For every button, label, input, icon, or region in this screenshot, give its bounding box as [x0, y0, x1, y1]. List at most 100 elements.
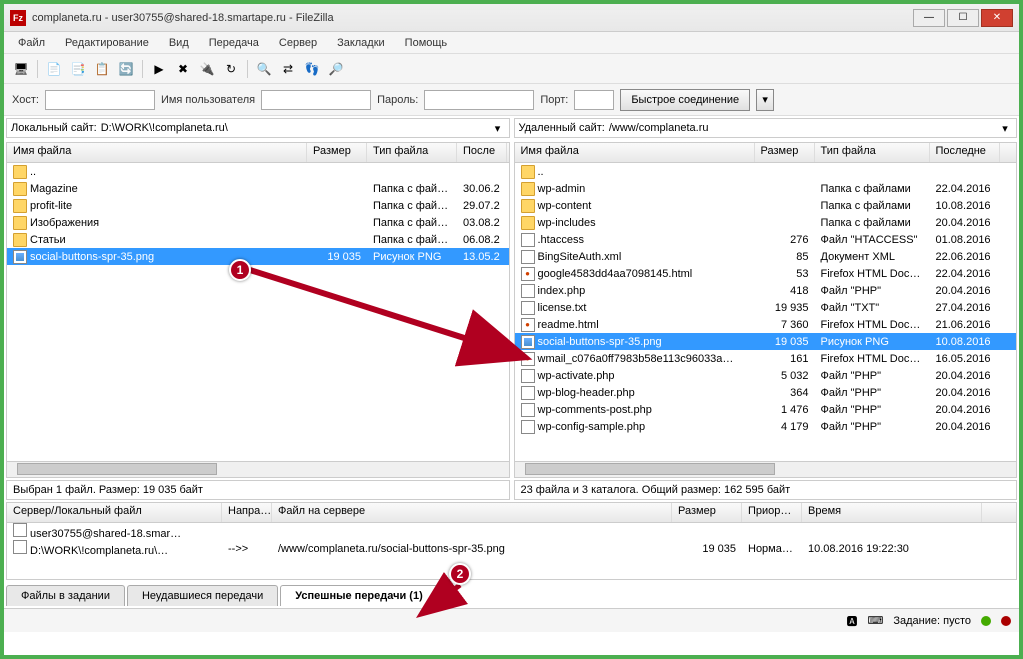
- column-header[interactable]: Имя файла: [7, 143, 307, 162]
- host-input[interactable]: [45, 90, 155, 110]
- cell: Firefox HTML Doc…: [815, 353, 930, 365]
- chevron-down-icon[interactable]: ▾: [998, 122, 1012, 135]
- process-queue-icon[interactable]: ▶: [148, 58, 170, 80]
- menu-Сервер[interactable]: Сервер: [271, 35, 325, 51]
- column-header[interactable]: Размер: [755, 143, 815, 162]
- toggle-tree-icon[interactable]: 📑: [67, 58, 89, 80]
- column-header[interactable]: Файл на сервере: [272, 503, 672, 522]
- cell: 03.08.2: [457, 217, 507, 229]
- local-file-list[interactable]: ..MagazineПапка с файл…30.06.2profit-lit…: [7, 163, 509, 461]
- file-row[interactable]: .htaccess276Файл "HTACCESS"01.08.2016: [515, 231, 1017, 248]
- file-row[interactable]: ИзображенияПапка с файл…03.08.2: [7, 214, 509, 231]
- file-row[interactable]: wp-adminПапка с файлами22.04.2016: [515, 180, 1017, 197]
- file-row[interactable]: wp-blog-header.php364Файл "PHP"20.04.201…: [515, 384, 1017, 401]
- file-row[interactable]: ●readme.html7 360Firefox HTML Doc…21.06.…: [515, 316, 1017, 333]
- local-path-input[interactable]: [101, 119, 487, 137]
- folder-icon: [13, 182, 27, 196]
- pass-input[interactable]: [424, 90, 534, 110]
- menu-Вид[interactable]: Вид: [161, 35, 197, 51]
- quickconnect-button[interactable]: Быстрое соединение: [620, 89, 750, 111]
- maximize-button[interactable]: ☐: [947, 9, 979, 27]
- cancel-icon[interactable]: ✖: [172, 58, 194, 80]
- file-row[interactable]: social-buttons-spr-35.png19 035Рисунок P…: [7, 248, 509, 265]
- file-row[interactable]: BingSiteAuth.xml85Документ XML22.06.2016: [515, 248, 1017, 265]
- menu-Передача[interactable]: Передача: [201, 35, 267, 51]
- queue-row[interactable]: D:\WORK\!complaneta.ru\…-->>/www/complan…: [7, 540, 1016, 557]
- cell: 19 035: [755, 336, 815, 348]
- compare-icon[interactable]: ⇄: [277, 58, 299, 80]
- column-header[interactable]: Последне: [930, 143, 1000, 162]
- local-hscroll[interactable]: [7, 461, 509, 477]
- file-name: wp-admin: [538, 183, 586, 195]
- file-row[interactable]: wp-comments-post.php1 476Файл "PHP"20.04…: [515, 401, 1017, 418]
- close-button[interactable]: ✕: [981, 9, 1013, 27]
- queue-row[interactable]: user30755@shared-18.smar…: [7, 523, 1016, 540]
- tab-0[interactable]: Файлы в задании: [6, 585, 125, 606]
- file-row[interactable]: ..: [7, 163, 509, 180]
- cell: 20.04.2016: [930, 370, 1000, 382]
- minimize-button[interactable]: —: [913, 9, 945, 27]
- remote-path-input[interactable]: [609, 119, 994, 137]
- refresh-icon[interactable]: 🔄: [115, 58, 137, 80]
- file-row[interactable]: ..: [515, 163, 1017, 180]
- file-row[interactable]: index.php418Файл "PHP"20.04.2016: [515, 282, 1017, 299]
- file-row[interactable]: wp-activate.php5 032Файл "PHP"20.04.2016: [515, 367, 1017, 384]
- cell: 5 032: [755, 370, 815, 382]
- search-icon[interactable]: 🔎: [325, 58, 347, 80]
- remote-hscroll[interactable]: [515, 461, 1017, 477]
- file-row[interactable]: MagazineПапка с файл…30.06.2: [7, 180, 509, 197]
- file-row[interactable]: profit-liteПапка с файл…29.07.2: [7, 197, 509, 214]
- queue-cell: 19 035: [672, 543, 742, 555]
- menu-Файл[interactable]: Файл: [10, 35, 53, 51]
- port-label: Порт:: [540, 94, 568, 106]
- file-row[interactable]: wp-includesПапка с файлами20.04.2016: [515, 214, 1017, 231]
- file-icon: [521, 403, 535, 417]
- reconnect-icon[interactable]: ↻: [220, 58, 242, 80]
- user-input[interactable]: [261, 90, 371, 110]
- file-row[interactable]: ●wmail_c076a0ff7983b58e113c96033a…161Fir…: [515, 350, 1017, 367]
- chevron-down-icon[interactable]: ▾: [491, 122, 505, 135]
- column-header[interactable]: Размер: [307, 143, 367, 162]
- column-header[interactable]: Время: [802, 503, 982, 522]
- quickconnect-dropdown[interactable]: ▾: [756, 89, 774, 111]
- cell: 01.08.2016: [930, 234, 1000, 246]
- file-row[interactable]: social-buttons-spr-35.png19 035Рисунок P…: [515, 333, 1017, 350]
- remote-file-list[interactable]: ..wp-adminПапка с файлами22.04.2016wp-co…: [515, 163, 1017, 461]
- file-row[interactable]: СтатьиПапка с файл…06.08.2: [7, 231, 509, 248]
- remote-list-header: Имя файлаРазмерТип файлаПоследне: [515, 143, 1017, 163]
- column-header[interactable]: Напра…: [222, 503, 272, 522]
- file-row[interactable]: license.txt19 935Файл "TXT"27.04.2016: [515, 299, 1017, 316]
- cell: 20.04.2016: [930, 404, 1000, 416]
- queue-list[interactable]: user30755@shared-18.smar…D:\WORK\!compla…: [7, 523, 1016, 579]
- column-header[interactable]: Тип файла: [815, 143, 930, 162]
- filter-icon[interactable]: 🔍: [253, 58, 275, 80]
- folder-icon: [521, 199, 535, 213]
- column-header[interactable]: После: [457, 143, 507, 162]
- column-header[interactable]: Сервер/Локальный файл: [7, 503, 222, 522]
- column-header[interactable]: Имя файла: [515, 143, 755, 162]
- menu-Помощь[interactable]: Помощь: [397, 35, 456, 51]
- sync-icon[interactable]: 👣: [301, 58, 323, 80]
- quickconnect-bar: Хост: Имя пользователя Пароль: Порт: Быс…: [4, 84, 1019, 116]
- file-row[interactable]: wp-config-sample.php4 179Файл "PHP"20.04…: [515, 418, 1017, 435]
- tab-1[interactable]: Неудавшиеся передачи: [127, 585, 278, 606]
- cell: 20.04.2016: [930, 421, 1000, 433]
- file-icon: [521, 284, 535, 298]
- toggle-queue-icon[interactable]: 📋: [91, 58, 113, 80]
- toggle-log-icon[interactable]: 📄: [43, 58, 65, 80]
- file-name: BingSiteAuth.xml: [538, 251, 622, 263]
- column-header[interactable]: Приор…: [742, 503, 802, 522]
- disconnect-icon[interactable]: 🔌: [196, 58, 218, 80]
- column-header[interactable]: Тип файла: [367, 143, 457, 162]
- tab-2[interactable]: Успешные передачи (1): [280, 585, 437, 606]
- column-header[interactable]: Размер: [672, 503, 742, 522]
- file-name: profit-lite: [30, 200, 72, 212]
- file-row[interactable]: wp-contentПапка с файлами10.08.2016: [515, 197, 1017, 214]
- file-row[interactable]: ●google4583dd4aa7098145.html53Firefox HT…: [515, 265, 1017, 282]
- pass-label: Пароль:: [377, 94, 418, 106]
- sitemanager-icon[interactable]: 🖥: [10, 58, 32, 80]
- menu-Закладки[interactable]: Закладки: [329, 35, 393, 51]
- menu-Редактирование[interactable]: Редактирование: [57, 35, 157, 51]
- port-input[interactable]: [574, 90, 614, 110]
- menubar: ФайлРедактированиеВидПередачаСерверЗакла…: [4, 32, 1019, 54]
